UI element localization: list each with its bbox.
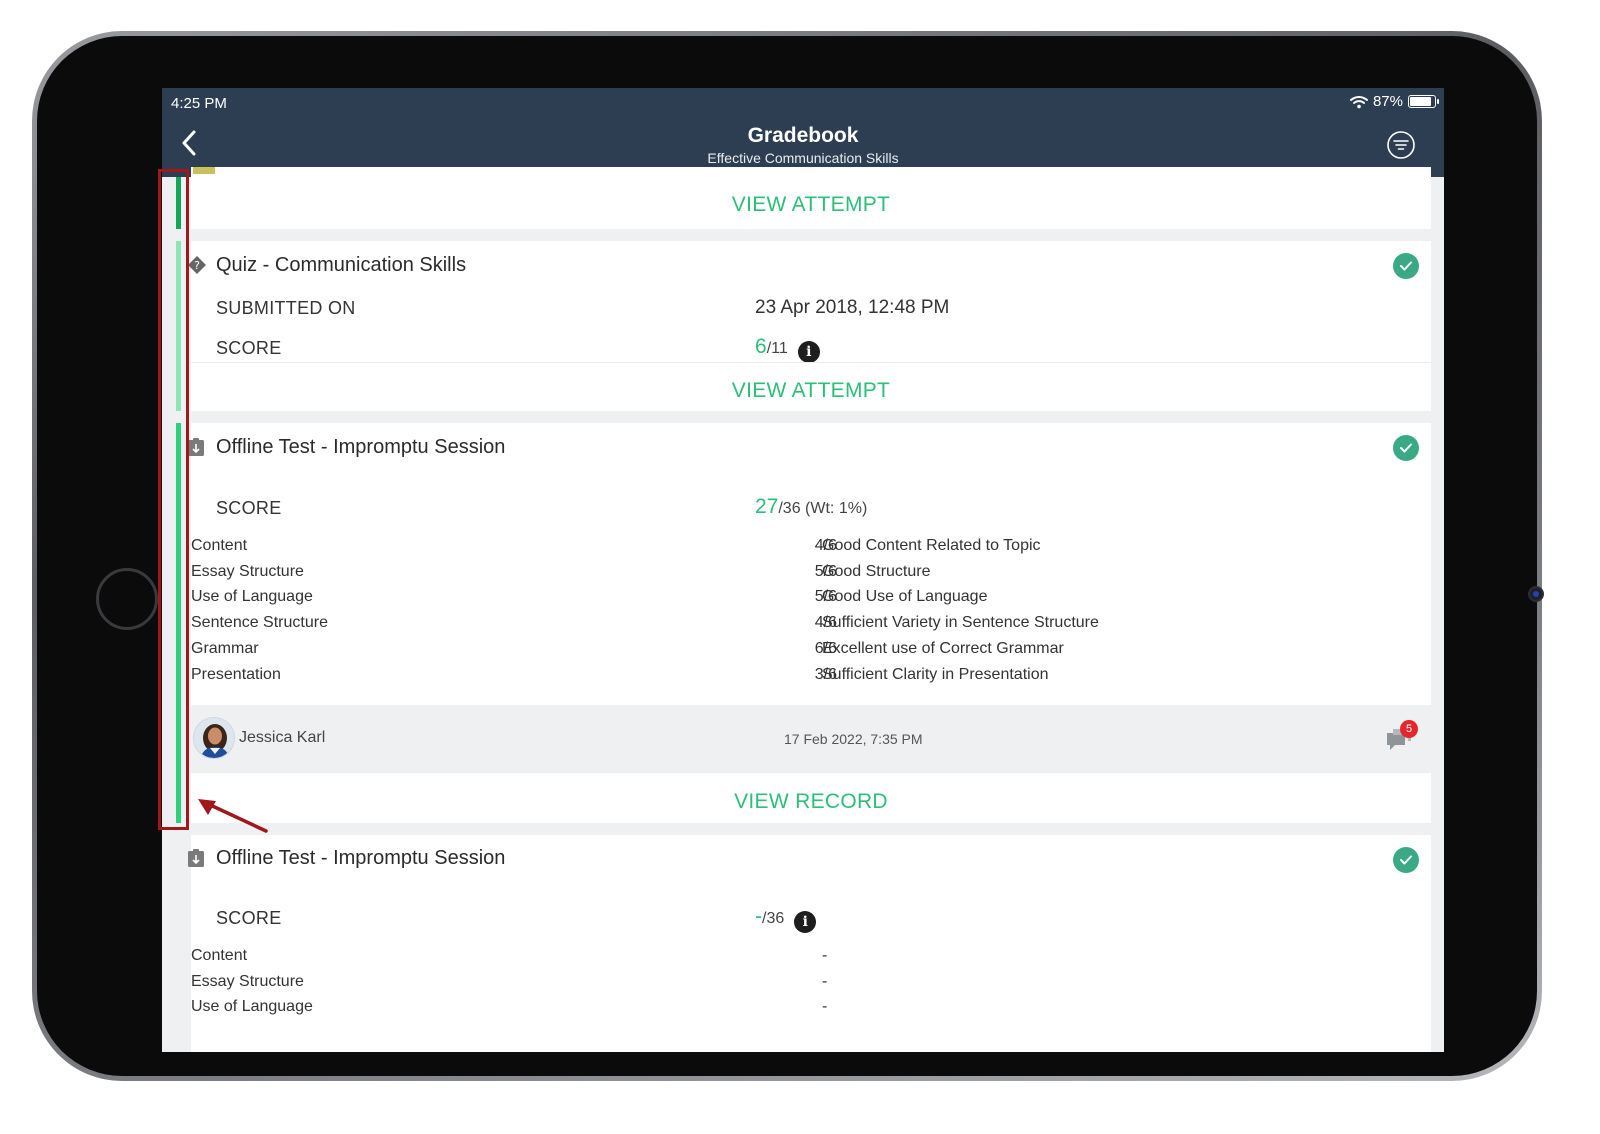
rubric-row: Content -: [191, 947, 1431, 972]
rubric-row: Essay Structure -: [191, 973, 1431, 998]
info-icon[interactable]: i: [797, 341, 820, 363]
offline-test-card: Offline Test - Impromptu Session SCORE 2…: [188, 423, 1431, 823]
battery-percent: 87%: [1372, 93, 1403, 110]
grader-row: Jessica Karl 17 Feb 2022, 7:35 PM 5: [191, 705, 1431, 772]
rubric-criterion: Content: [191, 537, 248, 554]
svg-text:?: ?: [194, 259, 200, 272]
grader-name: Jessica Karl: [239, 729, 326, 746]
status-time: 4:25 PM: [171, 95, 227, 112]
rubric-score: -: [822, 998, 828, 1015]
app-header: 4:25 PM 87% Gradebook Effective Communic…: [162, 88, 1444, 177]
rubric-criterion: Essay Structure: [191, 973, 304, 990]
status-indicators: 87%: [1349, 93, 1439, 110]
check-circle-icon: [1393, 847, 1419, 873]
offline-test-title[interactable]: Offline Test - Impromptu Session: [216, 847, 505, 870]
score-label: SCORE: [216, 908, 282, 928]
score-value: 27 /36 (Wt: 1%): [755, 495, 867, 519]
score-earned: 6: [755, 335, 767, 358]
score-total: /36 (Wt: 1%): [778, 500, 868, 517]
rubric-score: -: [822, 947, 828, 964]
page-title: Gradebook: [747, 124, 859, 147]
rubric-comment: Excellent use of Correct Grammar: [822, 640, 1064, 657]
graded-date: 17 Feb 2022, 7:35 PM: [784, 731, 923, 747]
offline-test-card: Offline Test - Impromptu Session SCORE -…: [188, 835, 1431, 1052]
view-attempt-button[interactable]: VIEW ATTEMPT: [191, 379, 1431, 403]
score-value: 6 /11 i: [755, 335, 820, 363]
app-screen: 4:25 PM 87% Gradebook Effective Communic…: [162, 88, 1444, 1052]
score-label: SCORE: [216, 338, 282, 358]
score-earned: -: [755, 905, 762, 928]
rubric-row: Content 4/6 Good Content Related to Topi…: [191, 537, 1431, 562]
rubric-comment: Good Use of Language: [822, 588, 988, 605]
page-subtitle: Effective Communication Skills: [707, 150, 899, 166]
rubric-comment: Good Content Related to Topic: [822, 537, 1041, 554]
score-label: SCORE: [216, 498, 282, 518]
offline-test-title[interactable]: Offline Test - Impromptu Session: [216, 436, 505, 459]
score-total: /36: [762, 910, 785, 927]
score-value: - /36 i: [755, 905, 817, 933]
gradebook-list: VIEW ATTEMPT ? Quiz - Communication Skil…: [162, 167, 1444, 1052]
rubric-comment: Good Structure: [822, 563, 931, 580]
info-icon[interactable]: i: [794, 911, 817, 933]
submitted-on-value: 23 Apr 2018, 12:48 PM: [755, 297, 950, 318]
rubric-criterion: Sentence Structure: [191, 614, 328, 631]
rubric-row: Use of Language -: [191, 998, 1431, 1023]
rubric-row: Essay Structure 5/6 Good Structure: [191, 563, 1431, 588]
score-total: /11: [766, 340, 788, 357]
battery-level: [1410, 97, 1431, 106]
view-record-button[interactable]: VIEW RECORD: [191, 790, 1431, 814]
rubric-row: Grammar 6/6 Excellent use of Correct Gra…: [191, 640, 1431, 665]
rubric-criterion: Content: [191, 947, 248, 964]
rubric-row: Presentation 3/6 Sufficient Clarity in P…: [191, 666, 1431, 691]
check-circle-icon: [1393, 435, 1419, 461]
divider: [191, 362, 1431, 363]
rubric-criterion: Presentation: [191, 666, 281, 683]
wifi-icon: [1349, 95, 1368, 108]
offline-test-icon: [188, 438, 204, 456]
filter-icon[interactable]: [1386, 130, 1416, 160]
comment-count-badge: 5: [1400, 720, 1418, 738]
quiz-diamond-icon: ?: [188, 256, 206, 274]
rubric-criterion: Use of Language: [191, 588, 313, 605]
view-attempt-button[interactable]: VIEW ATTEMPT: [191, 193, 1431, 217]
front-camera: [1528, 586, 1544, 602]
battery-icon: [1408, 95, 1439, 108]
check-circle-icon: [1393, 253, 1419, 279]
rubric-row: Sentence Structure 4/6 Sufficient Variet…: [191, 614, 1431, 639]
rubric-criterion: Use of Language: [191, 998, 313, 1015]
item-type-icon: [193, 167, 215, 174]
gradebook-item-card: VIEW ATTEMPT: [191, 167, 1431, 229]
home-button[interactable]: [96, 568, 158, 630]
annotation-arrow-icon: [198, 799, 268, 833]
rubric-comment: Sufficient Clarity in Presentation: [822, 666, 1049, 683]
score-earned: 27: [755, 495, 779, 518]
rubric-comment: Sufficient Variety in Sentence Structure: [822, 614, 1099, 631]
divider: [191, 772, 1431, 773]
rubric-criterion: Essay Structure: [191, 563, 304, 580]
rubric-score: -: [822, 973, 828, 990]
annotation-highlight-box: [158, 169, 189, 830]
avatar: [193, 717, 235, 759]
quiz-title[interactable]: Quiz - Communication Skills: [216, 254, 466, 277]
rubric-row: Use of Language 5/6 Good Use of Language: [191, 588, 1431, 613]
submitted-on-label: SUBMITTED ON: [216, 298, 356, 318]
rubric-criterion: Grammar: [191, 640, 259, 657]
offline-test-icon: [188, 849, 204, 867]
quiz-card: ? Quiz - Communication Skills SUBMITTED …: [188, 241, 1431, 411]
